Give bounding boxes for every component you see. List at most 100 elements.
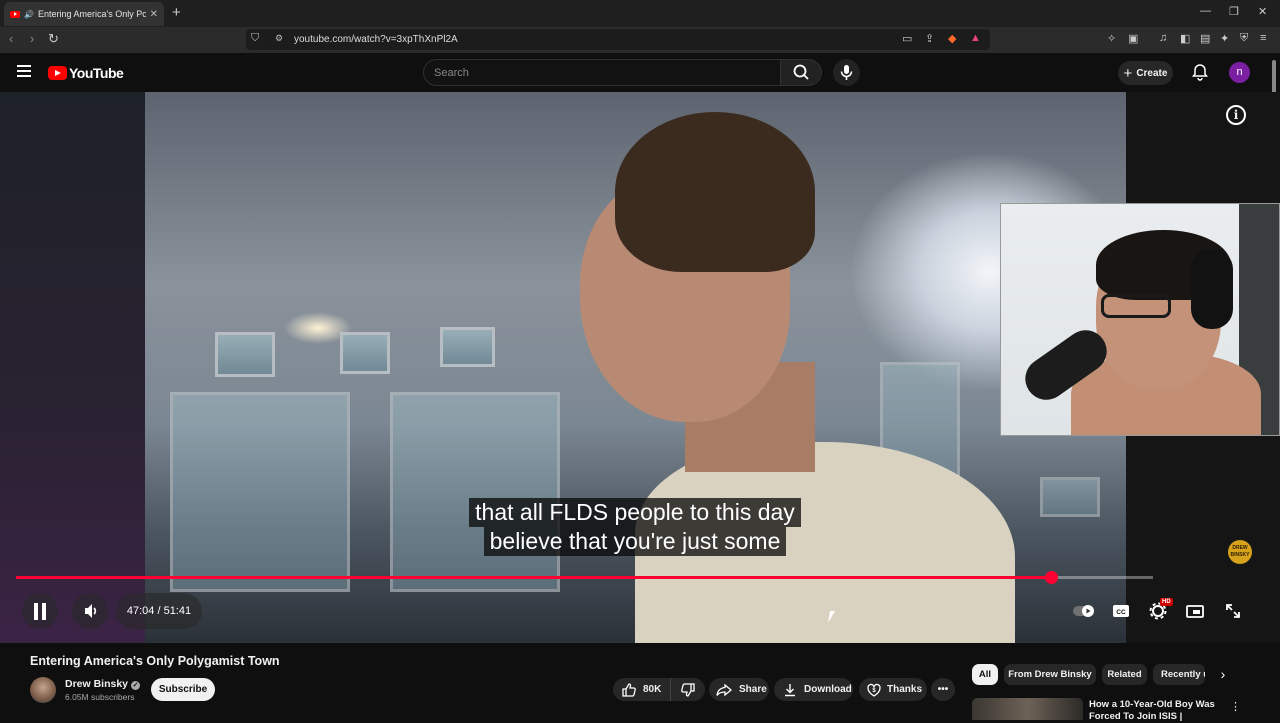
notifications-button[interactable]: [1192, 63, 1208, 86]
more-horizontal-icon: •••: [937, 684, 949, 695]
subscribe-button[interactable]: Subscribe: [151, 678, 215, 701]
download-button[interactable]: Download: [774, 678, 853, 701]
create-button[interactable]: + Create: [1118, 61, 1173, 85]
thumbs-down-icon: [681, 682, 695, 697]
restore-button[interactable]: ❐: [1229, 5, 1239, 18]
share-label: Share: [739, 684, 767, 695]
theater-mode-button[interactable]: [1182, 598, 1208, 624]
like-button[interactable]: 80K: [613, 678, 671, 701]
thanks-button[interactable]: $ Thanks: [859, 678, 927, 701]
leo-ai-icon[interactable]: ✦: [1220, 32, 1229, 45]
screenshot-icon[interactable]: ▣: [1128, 32, 1138, 45]
youtube-logo[interactable]: YouTube: [48, 65, 124, 81]
time-display: 47:04 / 51:41: [116, 593, 202, 629]
extensions-icon[interactable]: ✧: [1107, 32, 1116, 45]
download-label: Download: [804, 684, 852, 695]
pause-icon: [34, 603, 38, 620]
menu-icon[interactable]: ≡: [1260, 32, 1266, 44]
browser-tab[interactable]: 🔊 Entering America's Only Polyg ✕: [4, 2, 164, 26]
brave-shield-icon[interactable]: ◆: [948, 32, 956, 45]
chevron-right-icon[interactable]: ›: [1212, 666, 1234, 686]
svg-text:$: $: [872, 688, 876, 694]
autoplay-icon: [1073, 605, 1094, 617]
recommendation-title[interactable]: How a 10-Year-Old Boy Was Forced To Join…: [1089, 699, 1219, 723]
channel-avatar[interactable]: [30, 677, 56, 703]
closed-captions-icon: CC: [1113, 605, 1129, 617]
chip-from-channel[interactable]: From Drew Binsky: [1004, 664, 1096, 685]
minimize-button[interactable]: —: [1200, 5, 1211, 17]
wallet-icon[interactable]: ▤: [1200, 32, 1210, 45]
svg-text:CC: CC: [1116, 609, 1126, 616]
vpn-icon[interactable]: ⛨: [1240, 32, 1248, 45]
chip-recently-uploaded[interactable]: Recently u: [1153, 664, 1205, 685]
pause-icon-bar: [42, 603, 46, 620]
channel-name[interactable]: Drew Binsky ✓: [65, 678, 141, 690]
url-text: youtube.com/watch?v=3xpThXnPl2A: [294, 34, 458, 45]
reload-icon[interactable]: ↻: [48, 31, 59, 47]
address-bar[interactable]: ⛉ ⚙ youtube.com/watch?v=3xpThXnPl2A: [246, 29, 990, 50]
mute-button[interactable]: [72, 593, 108, 629]
video-left-panel: [0, 92, 145, 643]
share-page-icon[interactable]: ⇪: [925, 32, 934, 45]
microphone-icon: [840, 65, 853, 80]
search-button[interactable]: [781, 59, 822, 86]
youtube-header: YouTube Search + Create n: [0, 53, 1280, 92]
caption-line-1: that all FLDS people to this day: [469, 498, 801, 527]
autoplay-toggle[interactable]: [1070, 598, 1096, 624]
verified-icon: ✓: [131, 681, 141, 690]
share-button[interactable]: Share: [709, 678, 769, 701]
browser-toolbar: ‹ › ↻ ⛉ ⚙ youtube.com/watch?v=3xpThXnPl2…: [0, 27, 1280, 53]
download-icon: [785, 683, 795, 696]
like-dislike-group: 80K: [613, 678, 705, 701]
youtube-favicon-icon: [10, 10, 20, 18]
captions-button[interactable]: CC: [1108, 598, 1134, 624]
guide-menu-icon[interactable]: [17, 65, 31, 77]
info-icon[interactable]: i: [1226, 105, 1246, 125]
more-vertical-icon[interactable]: ⋮: [1230, 700, 1241, 713]
thanks-label: Thanks: [887, 684, 923, 695]
new-tab-button[interactable]: +: [172, 4, 181, 21]
thumbs-up-icon: [622, 682, 636, 697]
dislike-button[interactable]: [671, 682, 705, 698]
subscriber-count: 6.05M subscribers: [65, 692, 135, 702]
search-input[interactable]: Search: [423, 59, 781, 86]
chip-all[interactable]: All: [972, 664, 998, 685]
close-window-button[interactable]: ✕: [1258, 5, 1267, 18]
channel-name-text[interactable]: Drew Binsky: [65, 678, 128, 690]
share-icon: [716, 683, 733, 696]
pause-button[interactable]: [22, 593, 58, 629]
brave-rewards-icon[interactable]: ▲: [970, 32, 981, 44]
video-player[interactable]: i DREW BINSKY that all FLDS people to th…: [0, 92, 1280, 643]
progress-played: [16, 576, 1052, 579]
voice-search-button[interactable]: [833, 59, 860, 86]
fullscreen-button[interactable]: [1220, 598, 1246, 624]
tab-close-icon[interactable]: ✕: [150, 9, 158, 20]
video-frame: [0, 92, 1126, 643]
sidebar-icon[interactable]: ◧: [1180, 32, 1190, 45]
forward-icon[interactable]: ›: [30, 31, 34, 46]
theater-icon: [1186, 605, 1204, 618]
media-icon[interactable]: ♫: [1159, 32, 1167, 44]
video-bg-window: [390, 392, 560, 592]
chip-related[interactable]: Related: [1102, 664, 1147, 685]
bell-icon: [1192, 64, 1208, 81]
captions: that all FLDS people to this day believe…: [0, 498, 1270, 556]
hd-badge: HD: [1160, 598, 1173, 606]
more-actions-button[interactable]: •••: [931, 678, 955, 701]
video-bg-window: [340, 332, 390, 374]
tab-title: Entering America's Only Polyg: [37, 9, 146, 19]
account-avatar[interactable]: n: [1229, 62, 1250, 83]
caption-line-2: believe that you're just some: [483, 527, 787, 556]
bookmark-icon[interactable]: ⛉: [251, 32, 259, 45]
back-icon[interactable]: ‹: [9, 31, 13, 46]
like-count: 80K: [643, 684, 662, 695]
video-bg-window: [170, 392, 350, 592]
site-info-icon[interactable]: ⚙: [275, 33, 283, 44]
recommendation-thumbnail[interactable]: [972, 698, 1083, 720]
super-thanks-icon: $: [867, 683, 881, 697]
speaker-icon[interactable]: 🔊: [24, 10, 34, 19]
cast-icon[interactable]: ▭: [902, 32, 912, 45]
video-bg-window: [215, 332, 275, 377]
webcam-overlay: [1000, 203, 1280, 436]
progress-bar[interactable]: [16, 571, 1153, 584]
